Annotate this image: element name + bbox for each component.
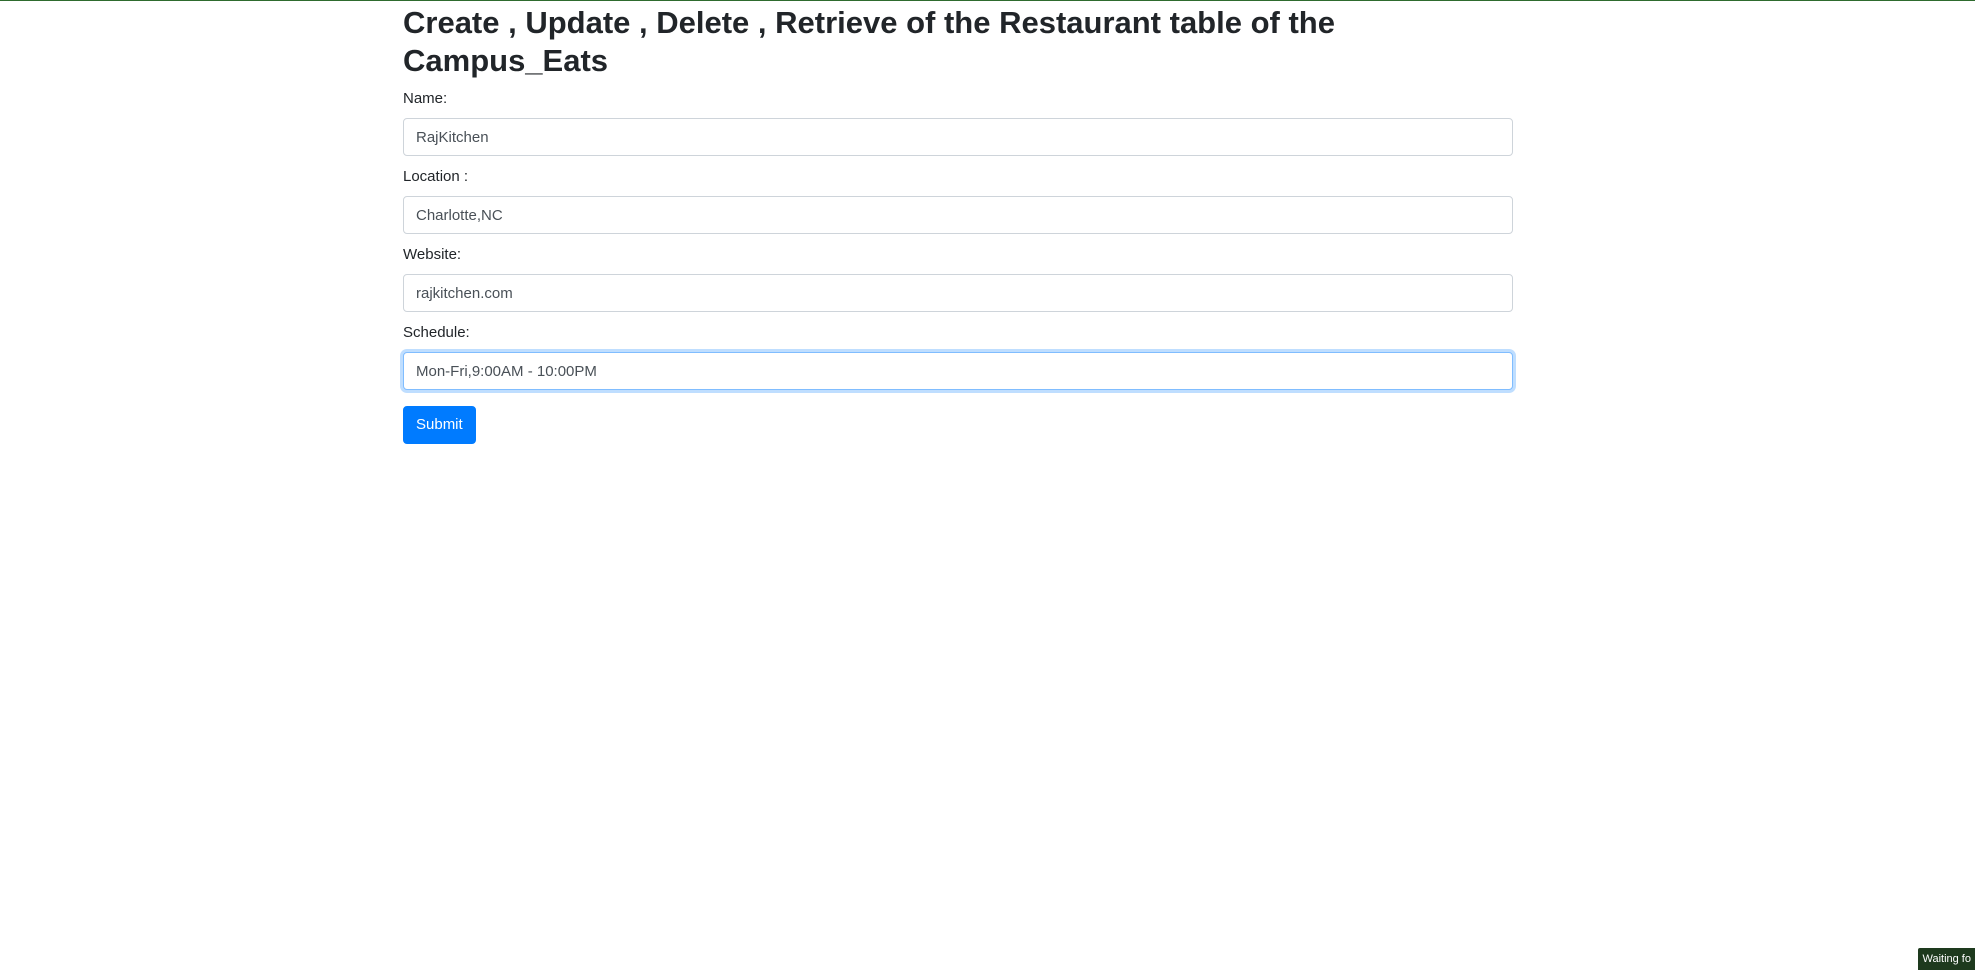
name-label: Name: bbox=[403, 90, 448, 107]
website-group: Website: bbox=[403, 246, 1513, 312]
schedule-input[interactable] bbox=[403, 352, 1513, 390]
restaurant-form: Name: Location : Website: Schedule: Subm… bbox=[403, 90, 1513, 444]
schedule-group: Schedule: bbox=[403, 324, 1513, 390]
name-input[interactable] bbox=[403, 118, 1513, 156]
browser-status-bar: Waiting fo bbox=[1918, 948, 1975, 970]
location-group: Location : bbox=[403, 168, 1513, 234]
page-container: Create , Update , Delete , Retrieve of t… bbox=[403, 0, 1513, 444]
schedule-label: Schedule: bbox=[403, 324, 470, 341]
website-label: Website: bbox=[403, 246, 462, 263]
name-group: Name: bbox=[403, 90, 1513, 156]
website-input[interactable] bbox=[403, 274, 1513, 312]
submit-button[interactable]: Submit bbox=[403, 406, 476, 444]
location-label: Location : bbox=[403, 168, 469, 185]
page-title: Create , Update , Delete , Retrieve of t… bbox=[403, 5, 1335, 78]
location-input[interactable] bbox=[403, 196, 1513, 234]
